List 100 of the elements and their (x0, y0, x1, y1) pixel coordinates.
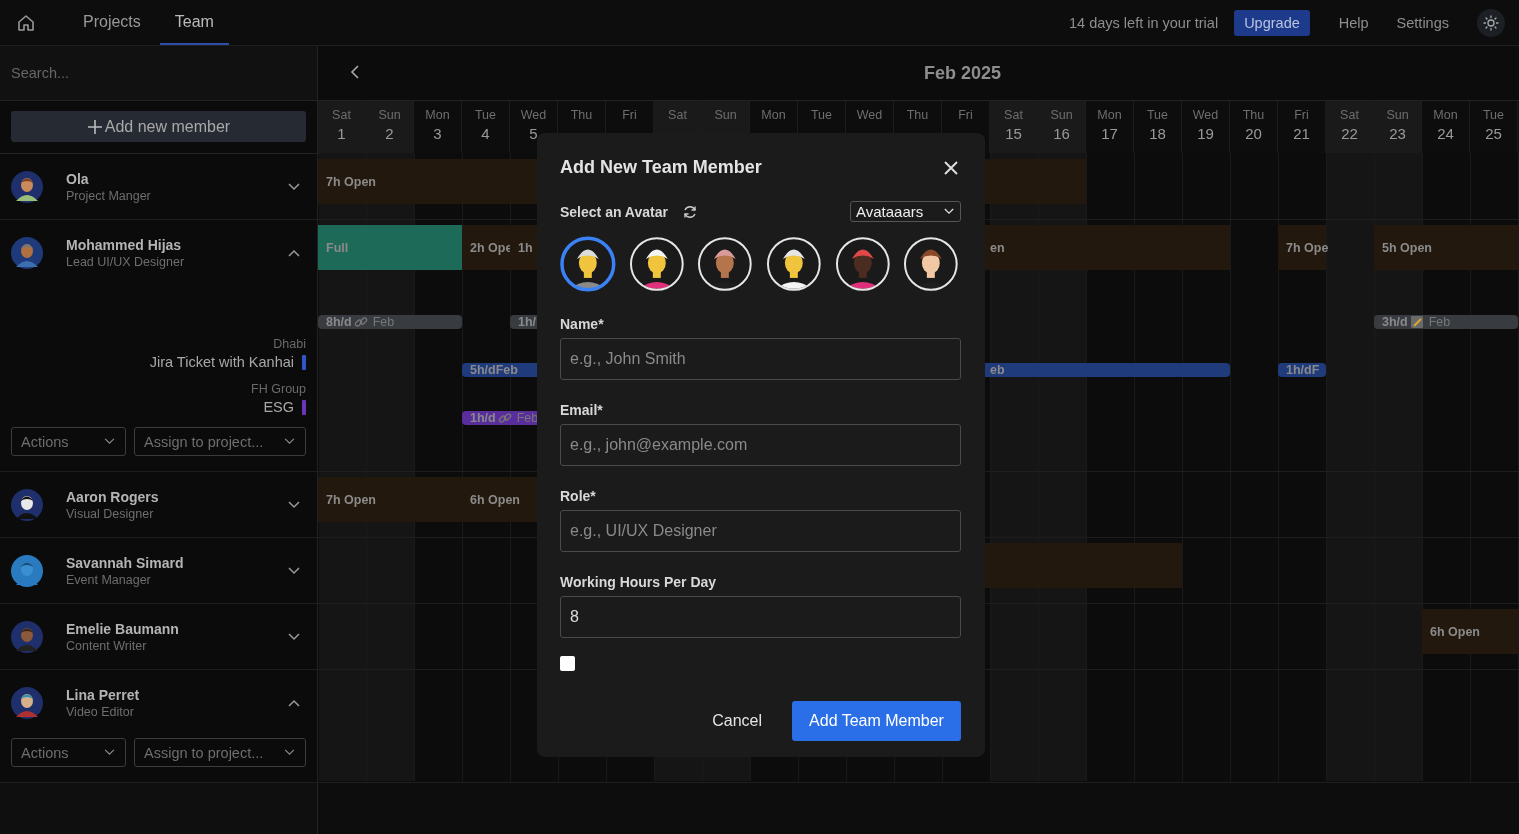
member-name: Emelie Baumann (66, 620, 180, 637)
bar-label: 6h Open (470, 492, 520, 507)
weekday-label: Thu (570, 108, 593, 122)
chevron-down-icon (288, 500, 300, 509)
date-label: 5 (529, 125, 538, 142)
avatar (11, 488, 43, 521)
member-role: Event Manager (66, 572, 152, 587)
field-label: Name* (560, 316, 605, 332)
member-name: Ola (66, 170, 90, 187)
weekday-label: Thu (906, 108, 929, 122)
refresh-button[interactable] (681, 203, 698, 220)
bar-label: en (990, 240, 1005, 255)
avatar (11, 554, 43, 587)
date-label: 20 (1245, 125, 1262, 142)
member-name: Mohammed Hijas (66, 236, 183, 253)
chevron-down-icon (288, 632, 300, 641)
chevron-down-icon (104, 438, 115, 445)
weekday-label: Thu (1242, 108, 1265, 122)
project-name: ESG (263, 399, 294, 415)
member-name: Lina Perret (66, 686, 141, 703)
sun-icon (1483, 14, 1499, 31)
home-icon[interactable] (16, 12, 36, 33)
weekday-label: Fri (622, 108, 637, 122)
bar-label: 5h Open (1382, 240, 1432, 255)
add-member-submit-button[interactable]: Add Team Member (792, 701, 961, 741)
weekday-label: Sun (1386, 108, 1409, 122)
chevron-down-icon (284, 438, 295, 445)
weekday-label: Wed (1192, 108, 1219, 122)
bar-label: 8h/d (326, 315, 352, 329)
schedule-bar[interactable]: 5h Open (1374, 225, 1518, 270)
assign-project-dropdown[interactable]: Assign to project... (134, 427, 306, 456)
close-icon (944, 160, 958, 175)
bar-label: 5h/dFeb (470, 363, 518, 377)
plus-icon (86, 118, 103, 135)
date-label: 15 (1005, 125, 1022, 142)
close-button[interactable] (942, 158, 960, 177)
chevron-down-icon (288, 566, 300, 575)
weekday-label: Tue (810, 108, 833, 122)
weekday-label: Sat (668, 108, 687, 122)
chevron-down-icon (104, 749, 115, 756)
avatar-option[interactable] (764, 234, 824, 294)
weekday-label: Tue (1482, 108, 1505, 122)
avatar (11, 620, 43, 653)
avatar-option[interactable] (695, 234, 755, 294)
avatar-option[interactable] (558, 234, 618, 294)
link-icon (497, 411, 512, 425)
schedule-bar[interactable]: 8h/d Feb (318, 315, 462, 329)
bar-label: 1h/d (470, 411, 496, 425)
trial-notice: 14 days left in your trial (1069, 14, 1219, 31)
cancel-button[interactable]: Cancel (698, 702, 776, 740)
weekday-label: Sun (1050, 108, 1073, 122)
member-role: Project Manger (66, 188, 152, 203)
nav-tab[interactable]: Projects (68, 0, 156, 45)
bar-label: 1h/ (518, 315, 537, 329)
bar-label: Full (326, 240, 349, 255)
date-label: 21 (1293, 125, 1310, 142)
schedule-bar[interactable]: 7h Ope (1278, 225, 1326, 270)
input-field[interactable]: 8 (560, 596, 961, 638)
member-role: Visual Designer (66, 506, 155, 521)
bar-month: Feb (372, 315, 395, 329)
weekday-label: Fri (1294, 108, 1309, 122)
actions-dropdown[interactable]: Actions (11, 738, 126, 767)
note-icon (1409, 315, 1424, 329)
nav-link[interactable]: Help (1338, 14, 1369, 31)
dialog-title: Add New Team Member (560, 157, 762, 178)
schedule-bar[interactable]: 6h Open (1422, 609, 1518, 654)
member-role: Video Editor (66, 704, 135, 719)
avatar (11, 236, 43, 269)
date-label: 22 (1341, 125, 1358, 142)
input-field[interactable]: e.g., UI/UX Designer (560, 510, 961, 552)
weekday-label: Mon (425, 108, 450, 122)
schedule-bar[interactable]: 3h/d Feb (1374, 315, 1518, 329)
upgrade-button[interactable]: Upgrade (1234, 9, 1310, 36)
schedule-bar[interactable]: 1h/dF (1278, 363, 1326, 377)
weekday-label: Tue (1146, 108, 1169, 122)
assign-project-dropdown[interactable]: Assign to project... (134, 738, 306, 767)
weekday-label: Sat (1340, 108, 1359, 122)
input-field[interactable]: e.g., John Smith (560, 338, 961, 380)
actions-dropdown[interactable]: Actions (11, 427, 126, 456)
nav-link[interactable]: Settings (1396, 14, 1449, 31)
bar-label: 3h/d (1382, 315, 1408, 329)
weekday-label: Sun (714, 108, 737, 122)
avatar-style-dropdown[interactable]: Avataaars (850, 201, 961, 222)
chevron-left-icon (350, 64, 360, 79)
member-role: Lead UI/UX Designer (66, 254, 186, 269)
weekday-label: Wed (520, 108, 547, 122)
schedule-bar[interactable]: 7h Open (318, 477, 462, 522)
input-field[interactable]: e.g., john@example.com (560, 424, 961, 466)
chevron-up-icon (288, 698, 300, 707)
weekday-label: Wed (856, 108, 883, 122)
chevron-up-icon (288, 248, 300, 257)
link-icon (353, 315, 368, 329)
checkbox[interactable] (560, 656, 575, 671)
member-role: Content Writer (66, 638, 148, 653)
add-member-button[interactable]: Add new member (11, 111, 306, 142)
theme-button[interactable] (1477, 8, 1505, 37)
weekday-label: Tue (474, 108, 497, 122)
date-label: 25 (1485, 125, 1502, 142)
bar-label: 1h (518, 240, 533, 255)
bar-label: 7h Open (326, 492, 376, 507)
